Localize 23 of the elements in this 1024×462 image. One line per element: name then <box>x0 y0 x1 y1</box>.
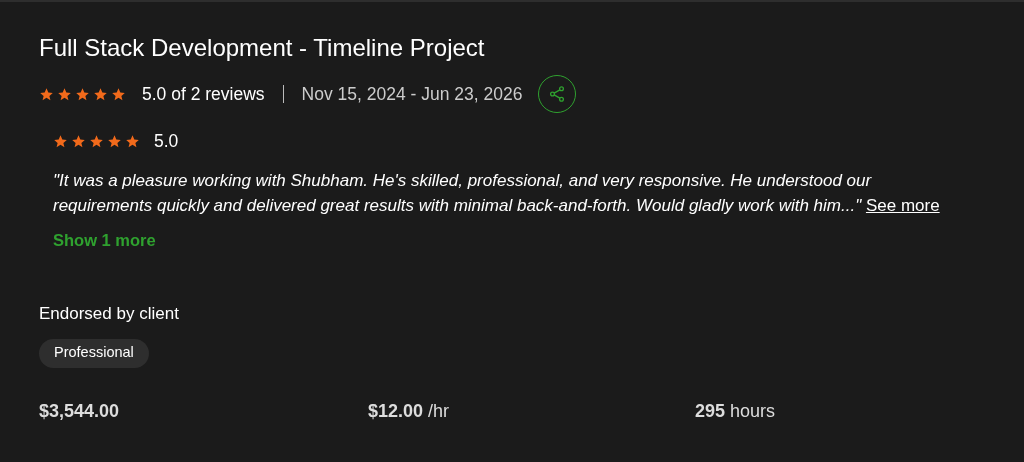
star-icon <box>89 133 104 149</box>
stat-value: $3,544.00 <box>39 399 120 423</box>
share-icon <box>548 85 567 103</box>
star-icon <box>125 133 140 149</box>
date-range: Nov 15, 2024 - Jun 23, 2026 <box>301 82 523 106</box>
stat-value: 295 hours <box>695 399 776 423</box>
star-icon <box>111 86 126 102</box>
star-icon <box>57 86 72 102</box>
star-icon <box>93 86 108 102</box>
stat-value: $12.00 /hr <box>368 399 450 423</box>
review-score: 5.0 <box>154 130 179 153</box>
project-title: Full Stack Development - Timeline Project <box>39 34 486 62</box>
show-more-link[interactable]: Show 1 more <box>53 228 156 253</box>
review-quote: "It was a pleasure working with Shubham. He's skilled, professional, and very responsive. He understood our requirements quickly and delivered great results with minimal back-and-forth. Would gladly work with him..." See more <box>53 170 941 218</box>
see-more-link[interactable]: See more <box>865 196 940 216</box>
star-icon <box>75 86 90 102</box>
rating-summary: 5.0 of 2 reviews <box>142 82 265 106</box>
star-icon <box>107 133 122 149</box>
star-icon <box>71 133 86 149</box>
endorsement-heading: Endorsed by client <box>39 303 180 326</box>
star-icon <box>39 86 54 102</box>
star-icon <box>53 133 68 149</box>
endorsement-tag: Professional <box>39 338 149 368</box>
